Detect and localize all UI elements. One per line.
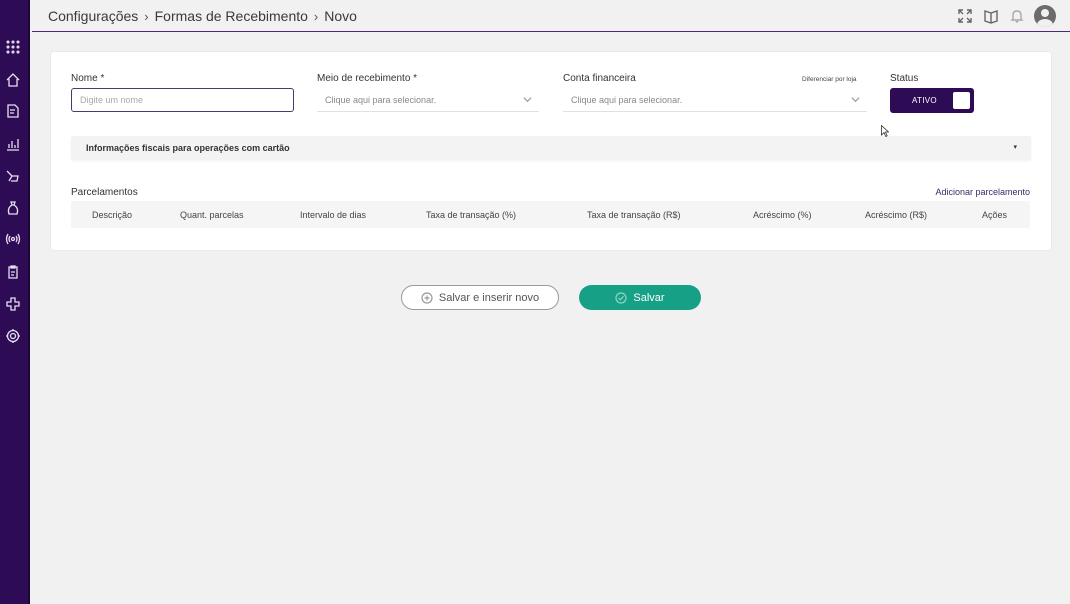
column-header: Acréscimo (%) — [753, 210, 812, 220]
toggle-knob — [953, 92, 970, 109]
conta-financeira-label: Conta financeira — [563, 73, 636, 84]
status-label: Status — [890, 73, 919, 84]
fiscal-info-title: Informações fiscais para operações com c… — [86, 143, 290, 153]
form-card: Nome * Digite um nome Meio de recebiment… — [51, 52, 1051, 250]
clipboard-icon[interactable] — [4, 263, 22, 281]
home-icon[interactable] — [4, 71, 22, 89]
expand-icon[interactable] — [956, 7, 974, 25]
parcelamentos-table-header: Descrição Quant. parcelas Intervalo de d… — [71, 201, 1030, 228]
sidebar — [0, 0, 30, 604]
chevron-down-icon — [851, 95, 860, 103]
breadcrumb-separator: › — [144, 8, 149, 24]
column-header: Taxa de transação (%) — [426, 210, 517, 220]
parcelamentos-title: Parcelamentos — [71, 187, 138, 198]
save-and-new-label: Salvar e inserir novo — [438, 291, 540, 304]
column-header: Acréscimo (R$) — [865, 210, 928, 220]
top-icons — [956, 5, 1056, 27]
breadcrumb-item-formas[interactable]: Formas de Recebimento — [155, 8, 308, 24]
diferenciar-por-loja-link[interactable]: Diferenciar por loja — [802, 76, 857, 83]
breadcrumb-item-current: Novo — [324, 8, 357, 24]
breadcrumb-item-configuracoes[interactable]: Configurações — [48, 8, 138, 24]
save-button[interactable]: Salvar — [579, 285, 701, 310]
nome-input[interactable]: Digite um nome — [71, 88, 294, 112]
save-and-new-button[interactable]: Salvar e inserir novo — [401, 285, 559, 310]
meio-recebimento-label: Meio de recebimento * — [317, 73, 418, 84]
user-avatar-icon[interactable] — [1034, 5, 1056, 27]
meio-recebimento-select[interactable]: Clique aqui para selecionar. — [317, 88, 539, 112]
document-edit-icon[interactable] — [4, 102, 22, 120]
meio-recebimento-placeholder: Clique aqui para selecionar. — [325, 95, 437, 105]
help-book-icon[interactable] — [982, 7, 1000, 25]
status-toggle[interactable]: ATIVO — [890, 88, 974, 113]
add-parcelamento-link[interactable]: Adicionar parcelamento — [935, 187, 1030, 197]
nome-label: Nome * — [71, 73, 105, 84]
check-circle-icon — [615, 291, 628, 304]
top-bar: Configurações › Formas de Recebimento › … — [32, 0, 1070, 32]
conta-financeira-placeholder: Clique aqui para selecionar. — [571, 95, 683, 105]
plus-cross-icon[interactable] — [4, 295, 22, 313]
status-toggle-text: ATIVO — [912, 96, 937, 105]
column-header: Quant. parcelas — [180, 210, 244, 220]
tools-icon[interactable] — [4, 167, 22, 185]
apps-grid-icon[interactable] — [4, 38, 22, 56]
broadcast-icon[interactable] — [4, 230, 22, 248]
caret-down-icon: ▾ — [1013, 144, 1017, 151]
mouse-cursor-icon — [881, 124, 890, 138]
column-header: Ações — [982, 210, 1008, 220]
breadcrumb: Configurações › Formas de Recebimento › … — [48, 8, 357, 24]
chart-icon[interactable] — [4, 135, 22, 153]
column-header: Intervalo de dias — [300, 210, 367, 220]
fiscal-info-accordion[interactable]: Informações fiscais para operações com c… — [71, 136, 1031, 160]
chevron-down-icon — [523, 95, 532, 103]
breadcrumb-separator: › — [313, 8, 319, 24]
column-header: Descrição — [92, 210, 133, 220]
money-bag-icon[interactable] — [4, 199, 22, 217]
conta-financeira-select[interactable]: Clique aqui para selecionar. — [563, 88, 867, 112]
plus-circle-icon — [421, 291, 433, 304]
bell-icon[interactable] — [1008, 7, 1026, 25]
column-header: Taxa de transação (R$) — [587, 210, 681, 220]
save-label: Salvar — [633, 291, 665, 304]
gear-icon[interactable] — [4, 327, 22, 345]
